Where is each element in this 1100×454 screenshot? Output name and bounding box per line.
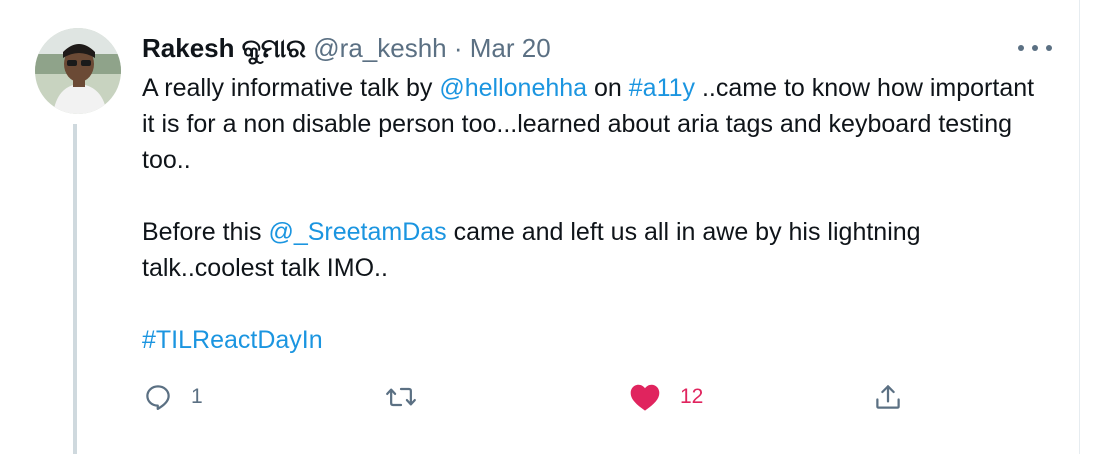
- avatar-image: [35, 28, 121, 114]
- retweet-button[interactable]: [385, 375, 435, 419]
- avatar[interactable]: [35, 28, 121, 114]
- reply-icon: [146, 385, 170, 410]
- reply-count: 1: [191, 385, 203, 408]
- reply-button[interactable]: 1: [143, 375, 203, 419]
- tweet-date[interactable]: Mar 20: [470, 33, 551, 63]
- tweet-paragraph-1: A really informative talk by @hellonehha…: [142, 70, 1042, 178]
- user-handle[interactable]: @ra_keshh: [313, 33, 446, 63]
- like-icon: [630, 384, 660, 411]
- text-segment: on: [587, 74, 629, 102]
- tweet-card[interactable]: Rakesh କୁମାର @ra_keshh · Mar 20 A really…: [0, 0, 1080, 454]
- mention-hellonehha[interactable]: @hellonehha: [439, 74, 587, 102]
- hashtag-a11y[interactable]: #a11y: [629, 74, 695, 102]
- text-segment: Before this: [142, 218, 269, 246]
- text-segment: A really informative talk by: [142, 74, 440, 102]
- header-separator: ·: [453, 33, 463, 63]
- more-icon[interactable]: [1018, 36, 1052, 60]
- share-button[interactable]: [873, 375, 903, 419]
- share-icon: [876, 385, 900, 409]
- display-name[interactable]: Rakesh କୁମାର: [142, 33, 306, 63]
- tweet-paragraph-3: #TILReactDayIn: [142, 322, 1042, 358]
- tweet-actions: 1 12: [0, 375, 1080, 419]
- tweet-header: Rakesh କୁମାର @ra_keshh · Mar 20: [142, 33, 551, 63]
- like-button[interactable]: 12: [628, 375, 703, 419]
- tweet-body: A really informative talk by @hellonehha…: [142, 70, 1042, 358]
- like-count: 12: [680, 385, 704, 408]
- hashtag-tilreactdayin[interactable]: #TILReactDayIn: [142, 326, 323, 354]
- tweet-paragraph-2: Before this @_SreetamDas came and left u…: [142, 214, 1042, 286]
- retweet-icon: [386, 387, 416, 407]
- mention-sreetamdas[interactable]: @_SreetamDas: [268, 218, 446, 246]
